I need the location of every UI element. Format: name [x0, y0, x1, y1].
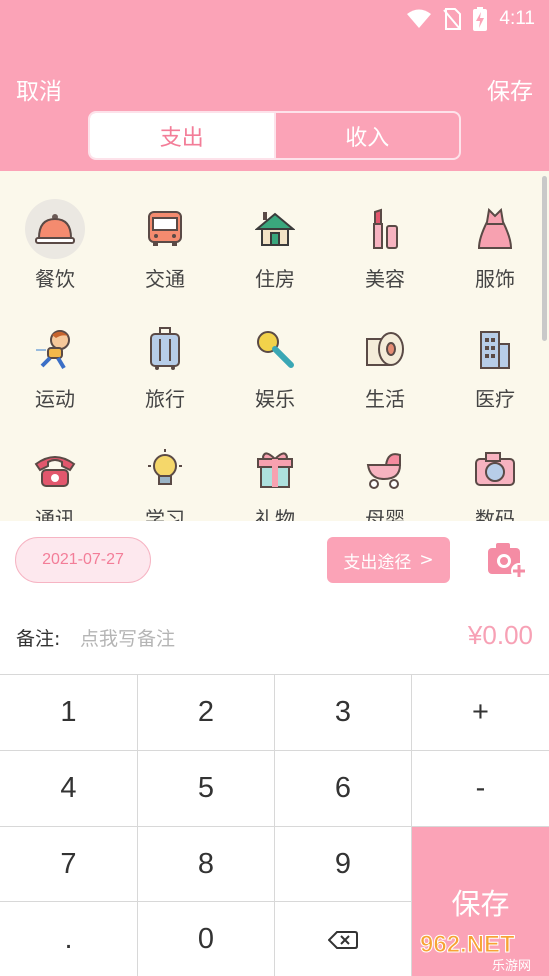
- category-maternity[interactable]: 母婴: [330, 411, 440, 521]
- telephone-icon: [25, 439, 85, 499]
- category-study[interactable]: 学习: [110, 411, 220, 521]
- category-scrollbar[interactable]: [542, 176, 547, 341]
- category-label: 礼物: [255, 507, 295, 521]
- category-label: 交通: [145, 267, 185, 291]
- save-top-button[interactable]: 保存: [487, 72, 533, 106]
- category-digital[interactable]: 数码: [440, 411, 549, 521]
- key-4[interactable]: 4: [0, 751, 138, 827]
- battery-charging-icon: [473, 7, 488, 31]
- cancel-button[interactable]: 取消: [16, 72, 62, 106]
- note-input[interactable]: 点我写备注: [80, 624, 175, 651]
- category-label: 母婴: [365, 507, 405, 521]
- suitcase-icon: [135, 319, 195, 379]
- note-row: 备注: 点我写备注 ¥0.00: [0, 598, 549, 674]
- date-picker-button[interactable]: 2021-07-27: [15, 537, 151, 583]
- category-label: 运动: [35, 387, 75, 411]
- category-travel[interactable]: 旅行: [110, 291, 220, 411]
- bus-icon: [135, 199, 195, 259]
- add-photo-icon[interactable]: [486, 540, 528, 580]
- category-telecom[interactable]: 通讯: [0, 411, 110, 521]
- watermark-small-text: 乐游网: [492, 959, 531, 974]
- category-clothing[interactable]: 服饰: [440, 171, 549, 291]
- key-2[interactable]: 2: [138, 675, 275, 751]
- category-label: 服饰: [475, 267, 515, 291]
- dining-bell-icon: [25, 199, 85, 259]
- camera-icon: [465, 439, 525, 499]
- key-1[interactable]: 1: [0, 675, 138, 751]
- category-sports[interactable]: 运动: [0, 291, 110, 411]
- lipstick-icon: [355, 199, 415, 259]
- category-living[interactable]: 生活: [330, 291, 440, 411]
- key-minus[interactable]: -: [412, 751, 549, 827]
- tab-expense[interactable]: 支出: [90, 113, 274, 158]
- category-transport[interactable]: 交通: [110, 171, 220, 291]
- note-label: 备注:: [16, 628, 61, 650]
- category-housing[interactable]: 住房: [220, 171, 330, 291]
- category-gift[interactable]: 礼物: [220, 411, 330, 521]
- category-label: 餐饮: [35, 267, 75, 291]
- key-plus[interactable]: +: [412, 675, 549, 751]
- house-icon: [245, 199, 305, 259]
- category-label: 通讯: [35, 507, 75, 521]
- header: 4:11 取消 保存 支出 收入: [0, 0, 549, 171]
- watermark-big-text: 962.NET: [420, 931, 515, 958]
- clock-time: 4:11: [499, 8, 535, 29]
- toilet-paper-icon: [355, 319, 415, 379]
- amount-display: ¥0.00: [467, 620, 533, 650]
- category-label: 学习: [145, 507, 185, 521]
- category-label: 美容: [365, 267, 405, 291]
- category-grid: 餐饮 交通 住房 美容 服饰 运动 旅行 娱乐 生活 医疗 通讯 学习 礼物 母…: [0, 171, 549, 521]
- category-label: 医疗: [475, 387, 515, 411]
- category-medical[interactable]: 医疗: [440, 291, 549, 411]
- key-9[interactable]: 9: [275, 827, 412, 902]
- category-beauty[interactable]: 美容: [330, 171, 440, 291]
- dress-icon: [465, 199, 525, 259]
- backspace-icon: [328, 930, 358, 949]
- category-entertainment[interactable]: 娱乐: [220, 291, 330, 411]
- type-segmented-control: 支出 收入: [88, 111, 461, 160]
- category-label: 生活: [365, 387, 405, 411]
- wifi-icon: [407, 9, 432, 28]
- category-label: 数码: [475, 507, 515, 521]
- key-3[interactable]: 3: [275, 675, 412, 751]
- watermark-logo: 962.NET 乐游网: [420, 931, 532, 975]
- status-bar: 4:11: [407, 6, 535, 32]
- running-boy-icon: [25, 319, 85, 379]
- key-7[interactable]: 7: [0, 827, 138, 902]
- stroller-icon: [355, 439, 415, 499]
- payment-method-button[interactable]: 支出途径 >: [327, 537, 450, 583]
- backspace-key[interactable]: [275, 902, 412, 976]
- hospital-icon: [465, 319, 525, 379]
- key-8[interactable]: 8: [138, 827, 275, 902]
- category-label: 娱乐: [255, 387, 295, 411]
- tab-income[interactable]: 收入: [273, 113, 460, 158]
- chevron-right-icon: >: [419, 550, 434, 570]
- key-5[interactable]: 5: [138, 751, 275, 827]
- payment-method-label: 支出途径: [343, 552, 412, 573]
- key-0[interactable]: 0: [138, 902, 275, 976]
- key-dot[interactable]: .: [0, 902, 138, 976]
- category-dining[interactable]: 餐饮: [0, 171, 110, 291]
- lightbulb-icon: [135, 439, 195, 499]
- category-label: 住房: [255, 267, 295, 291]
- key-6[interactable]: 6: [275, 751, 412, 827]
- category-label: 旅行: [145, 387, 185, 411]
- no-sim-icon: [443, 8, 462, 30]
- microphone-icon: [245, 319, 305, 379]
- gift-icon: [245, 439, 305, 499]
